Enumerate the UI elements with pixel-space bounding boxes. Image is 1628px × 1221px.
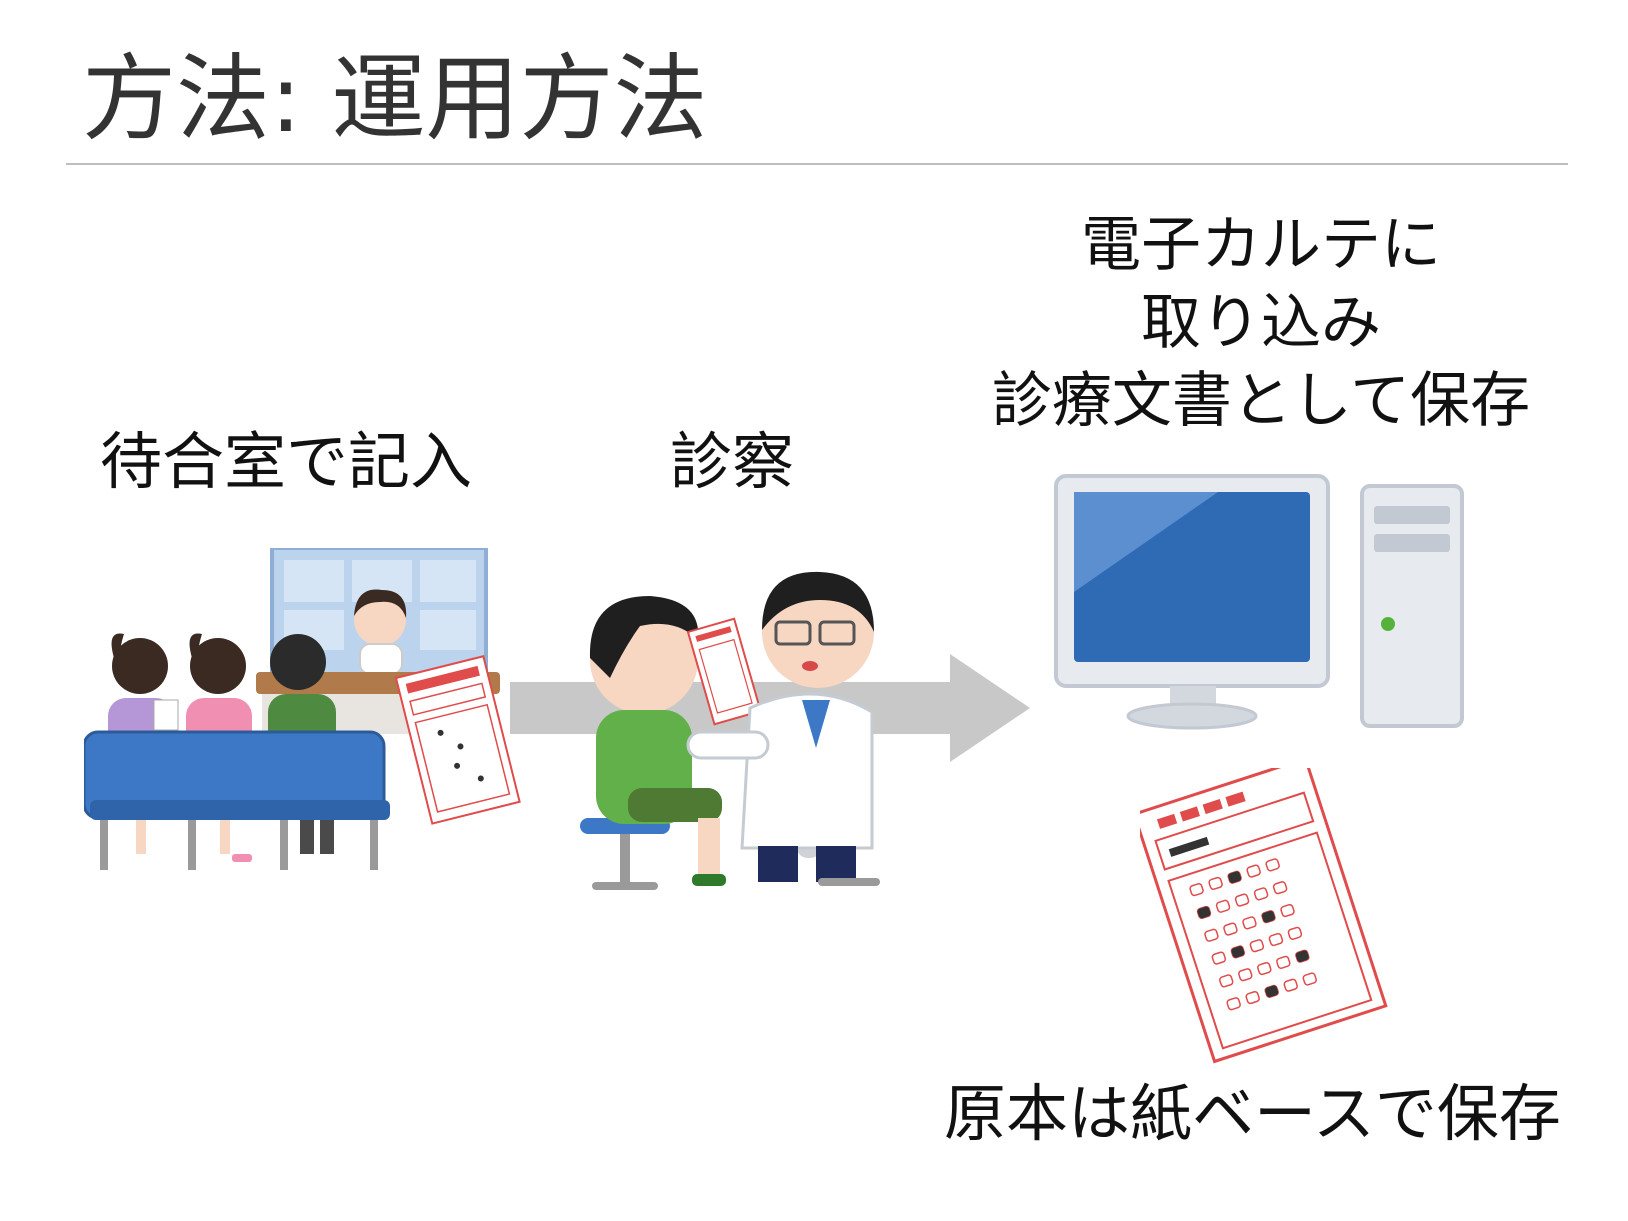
mark-sheet-icon bbox=[1140, 768, 1388, 1064]
step-waiting-room-caption: 待合室で記入 bbox=[100, 425, 473, 498]
doctor-patient-icon bbox=[580, 571, 880, 890]
step-ehr-caption: 電子カルテに 取り込み 診療文書として保存 bbox=[978, 206, 1544, 440]
desktop-computer-icon bbox=[1054, 474, 1464, 730]
step-exam-caption: 診察 bbox=[670, 425, 795, 498]
title-divider bbox=[66, 163, 1568, 165]
step-ehr-caption-line: 診療文書として保存 bbox=[991, 366, 1531, 436]
slide-title: 方法: 運用方法 bbox=[82, 45, 708, 154]
paper-storage-caption: 原本は紙ベースで保存 bbox=[944, 1077, 1561, 1150]
step-ehr-caption-line: 取り込み bbox=[1141, 288, 1381, 358]
reception-waiting-room-icon bbox=[84, 548, 521, 870]
step-ehr-caption-line: 電子カルテに bbox=[1081, 210, 1441, 280]
